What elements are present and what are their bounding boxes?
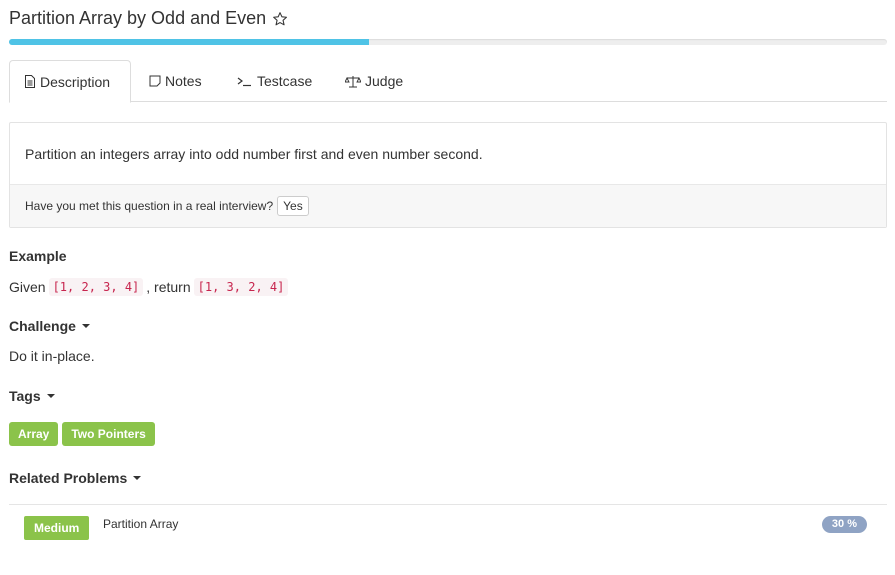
chevron-down-icon[interactable] bbox=[46, 394, 55, 398]
tab-description[interactable]: Description bbox=[9, 60, 131, 103]
list-item[interactable]: Medium Partition Array 30 % bbox=[9, 504, 887, 549]
related-problems-heading-label: Related Problems bbox=[9, 470, 128, 486]
progress-bar-fill bbox=[9, 39, 369, 45]
yes-button[interactable]: Yes bbox=[277, 196, 309, 216]
challenge-heading[interactable]: Challenge bbox=[9, 318, 90, 334]
example-return: , return bbox=[146, 279, 191, 295]
example-output-code: [1, 3, 2, 4] bbox=[193, 278, 289, 296]
interview-question: Have you met this question in a real int… bbox=[25, 199, 274, 213]
page-title: Partition Array by Odd and Even bbox=[9, 8, 267, 28]
star-icon[interactable] bbox=[272, 11, 288, 27]
tab-testcase-label: Testcase bbox=[257, 73, 313, 89]
tab-testcase[interactable]: Testcase bbox=[223, 60, 335, 102]
tags-heading[interactable]: Tags bbox=[9, 388, 55, 404]
chevron-down-icon[interactable] bbox=[133, 476, 142, 480]
acceptance-rate-badge: 30 % bbox=[821, 516, 867, 533]
tab-description-label: Description bbox=[40, 73, 111, 90]
description-text: Partition an integers array into odd num… bbox=[25, 145, 483, 162]
example-input-code: [1, 2, 3, 4] bbox=[48, 278, 144, 296]
example-line: Given [1, 2, 3, 4] , return [1, 3, 2, 4] bbox=[9, 278, 291, 296]
progress-bar bbox=[9, 39, 887, 45]
challenge-text: Do it in-place. bbox=[9, 348, 95, 364]
note-icon bbox=[149, 75, 161, 87]
example-given: Given bbox=[9, 279, 46, 295]
tag-list: Array Two Pointers bbox=[9, 422, 155, 446]
tag-two-pointers[interactable]: Two Pointers bbox=[62, 422, 155, 446]
tab-notes-label: Notes bbox=[165, 73, 202, 89]
tab-notes[interactable]: Notes bbox=[135, 60, 231, 102]
challenge-heading-label: Challenge bbox=[9, 318, 76, 334]
problem-header: Partition Array by Odd and Even bbox=[9, 8, 288, 29]
interview-prompt: Have you met this question in a real int… bbox=[10, 184, 886, 227]
tags-heading-label: Tags bbox=[9, 388, 41, 404]
related-problem-link[interactable]: Partition Array bbox=[103, 517, 178, 531]
terminal-icon bbox=[237, 75, 253, 87]
example-heading-label: Example bbox=[9, 248, 67, 264]
tab-bar: Description Notes Testcase Judge bbox=[9, 60, 887, 103]
tab-judge-label: Judge bbox=[365, 73, 404, 89]
tag-array[interactable]: Array bbox=[9, 422, 59, 446]
description-panel: Partition an integers array into odd num… bbox=[9, 122, 887, 228]
related-problems-heading[interactable]: Related Problems bbox=[9, 470, 142, 486]
tab-judge[interactable]: Judge bbox=[331, 60, 427, 102]
difficulty-badge: Medium bbox=[24, 516, 90, 540]
document-icon bbox=[24, 75, 36, 88]
scale-icon bbox=[345, 75, 361, 88]
example-heading: Example bbox=[9, 248, 67, 264]
chevron-down-icon[interactable] bbox=[81, 324, 90, 328]
